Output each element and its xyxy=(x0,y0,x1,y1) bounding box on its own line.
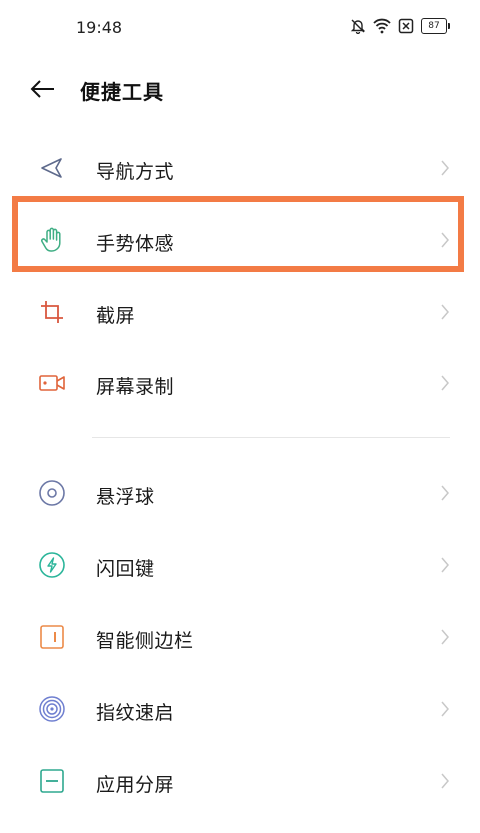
status-icons: 87 xyxy=(350,18,450,34)
hand-gesture-icon xyxy=(38,226,66,254)
chevron-right-icon xyxy=(440,231,450,253)
flash-back-icon xyxy=(38,551,66,579)
item-label: 指纹速启 xyxy=(96,702,175,724)
item-label: 应用分屏 xyxy=(96,774,175,796)
status-time: 19:48 xyxy=(76,18,123,37)
floating-ball-icon xyxy=(38,479,66,507)
item-label: 手势体感 xyxy=(96,233,175,255)
list-item-screen-record[interactable]: 屏幕录制 xyxy=(0,348,480,418)
chevron-right-icon xyxy=(440,303,450,325)
fingerprint-icon xyxy=(38,695,66,723)
crop-screenshot-icon xyxy=(38,298,66,326)
list-item-split-screen[interactable]: 应用分屏 xyxy=(0,746,480,816)
status-bar: 19:48 87 xyxy=(0,0,480,56)
navigation-arrow-icon xyxy=(38,154,66,182)
list-item-flash-back[interactable]: 闪回键 xyxy=(0,530,480,600)
section-divider xyxy=(92,437,450,438)
list-item-floating-ball[interactable]: 悬浮球 xyxy=(0,458,480,528)
item-label: 闪回键 xyxy=(96,558,155,580)
back-arrow-icon[interactable] xyxy=(30,78,56,104)
smart-sidebar-icon xyxy=(38,623,66,651)
mute-bell-icon xyxy=(350,18,366,34)
wifi-icon xyxy=(373,18,391,34)
list-item-screenshot[interactable]: 截屏 xyxy=(0,277,480,347)
list-item-navigation[interactable]: 导航方式 xyxy=(0,133,480,203)
item-label: 智能侧边栏 xyxy=(96,630,194,652)
split-screen-icon xyxy=(38,767,66,795)
sim-blocked-icon xyxy=(398,18,414,34)
battery-icon: 87 xyxy=(421,18,450,34)
chevron-right-icon xyxy=(440,628,450,650)
chevron-right-icon xyxy=(440,159,450,181)
chevron-right-icon xyxy=(440,374,450,396)
item-label: 截屏 xyxy=(96,305,136,327)
page-header: 便捷工具 xyxy=(0,70,480,110)
chevron-right-icon xyxy=(440,556,450,578)
chevron-right-icon xyxy=(440,700,450,722)
item-label: 悬浮球 xyxy=(96,486,155,508)
chevron-right-icon xyxy=(440,772,450,794)
chevron-right-icon xyxy=(440,484,450,506)
list-item-smart-sidebar[interactable]: 智能侧边栏 xyxy=(0,602,480,672)
screen-record-icon xyxy=(38,369,66,397)
item-label: 导航方式 xyxy=(96,161,175,183)
page-title: 便捷工具 xyxy=(80,80,164,104)
list-item-fingerprint[interactable]: 指纹速启 xyxy=(0,674,480,744)
battery-level: 87 xyxy=(421,18,447,34)
list-item-gesture[interactable]: 手势体感 xyxy=(0,205,480,275)
item-label: 屏幕录制 xyxy=(96,376,175,398)
